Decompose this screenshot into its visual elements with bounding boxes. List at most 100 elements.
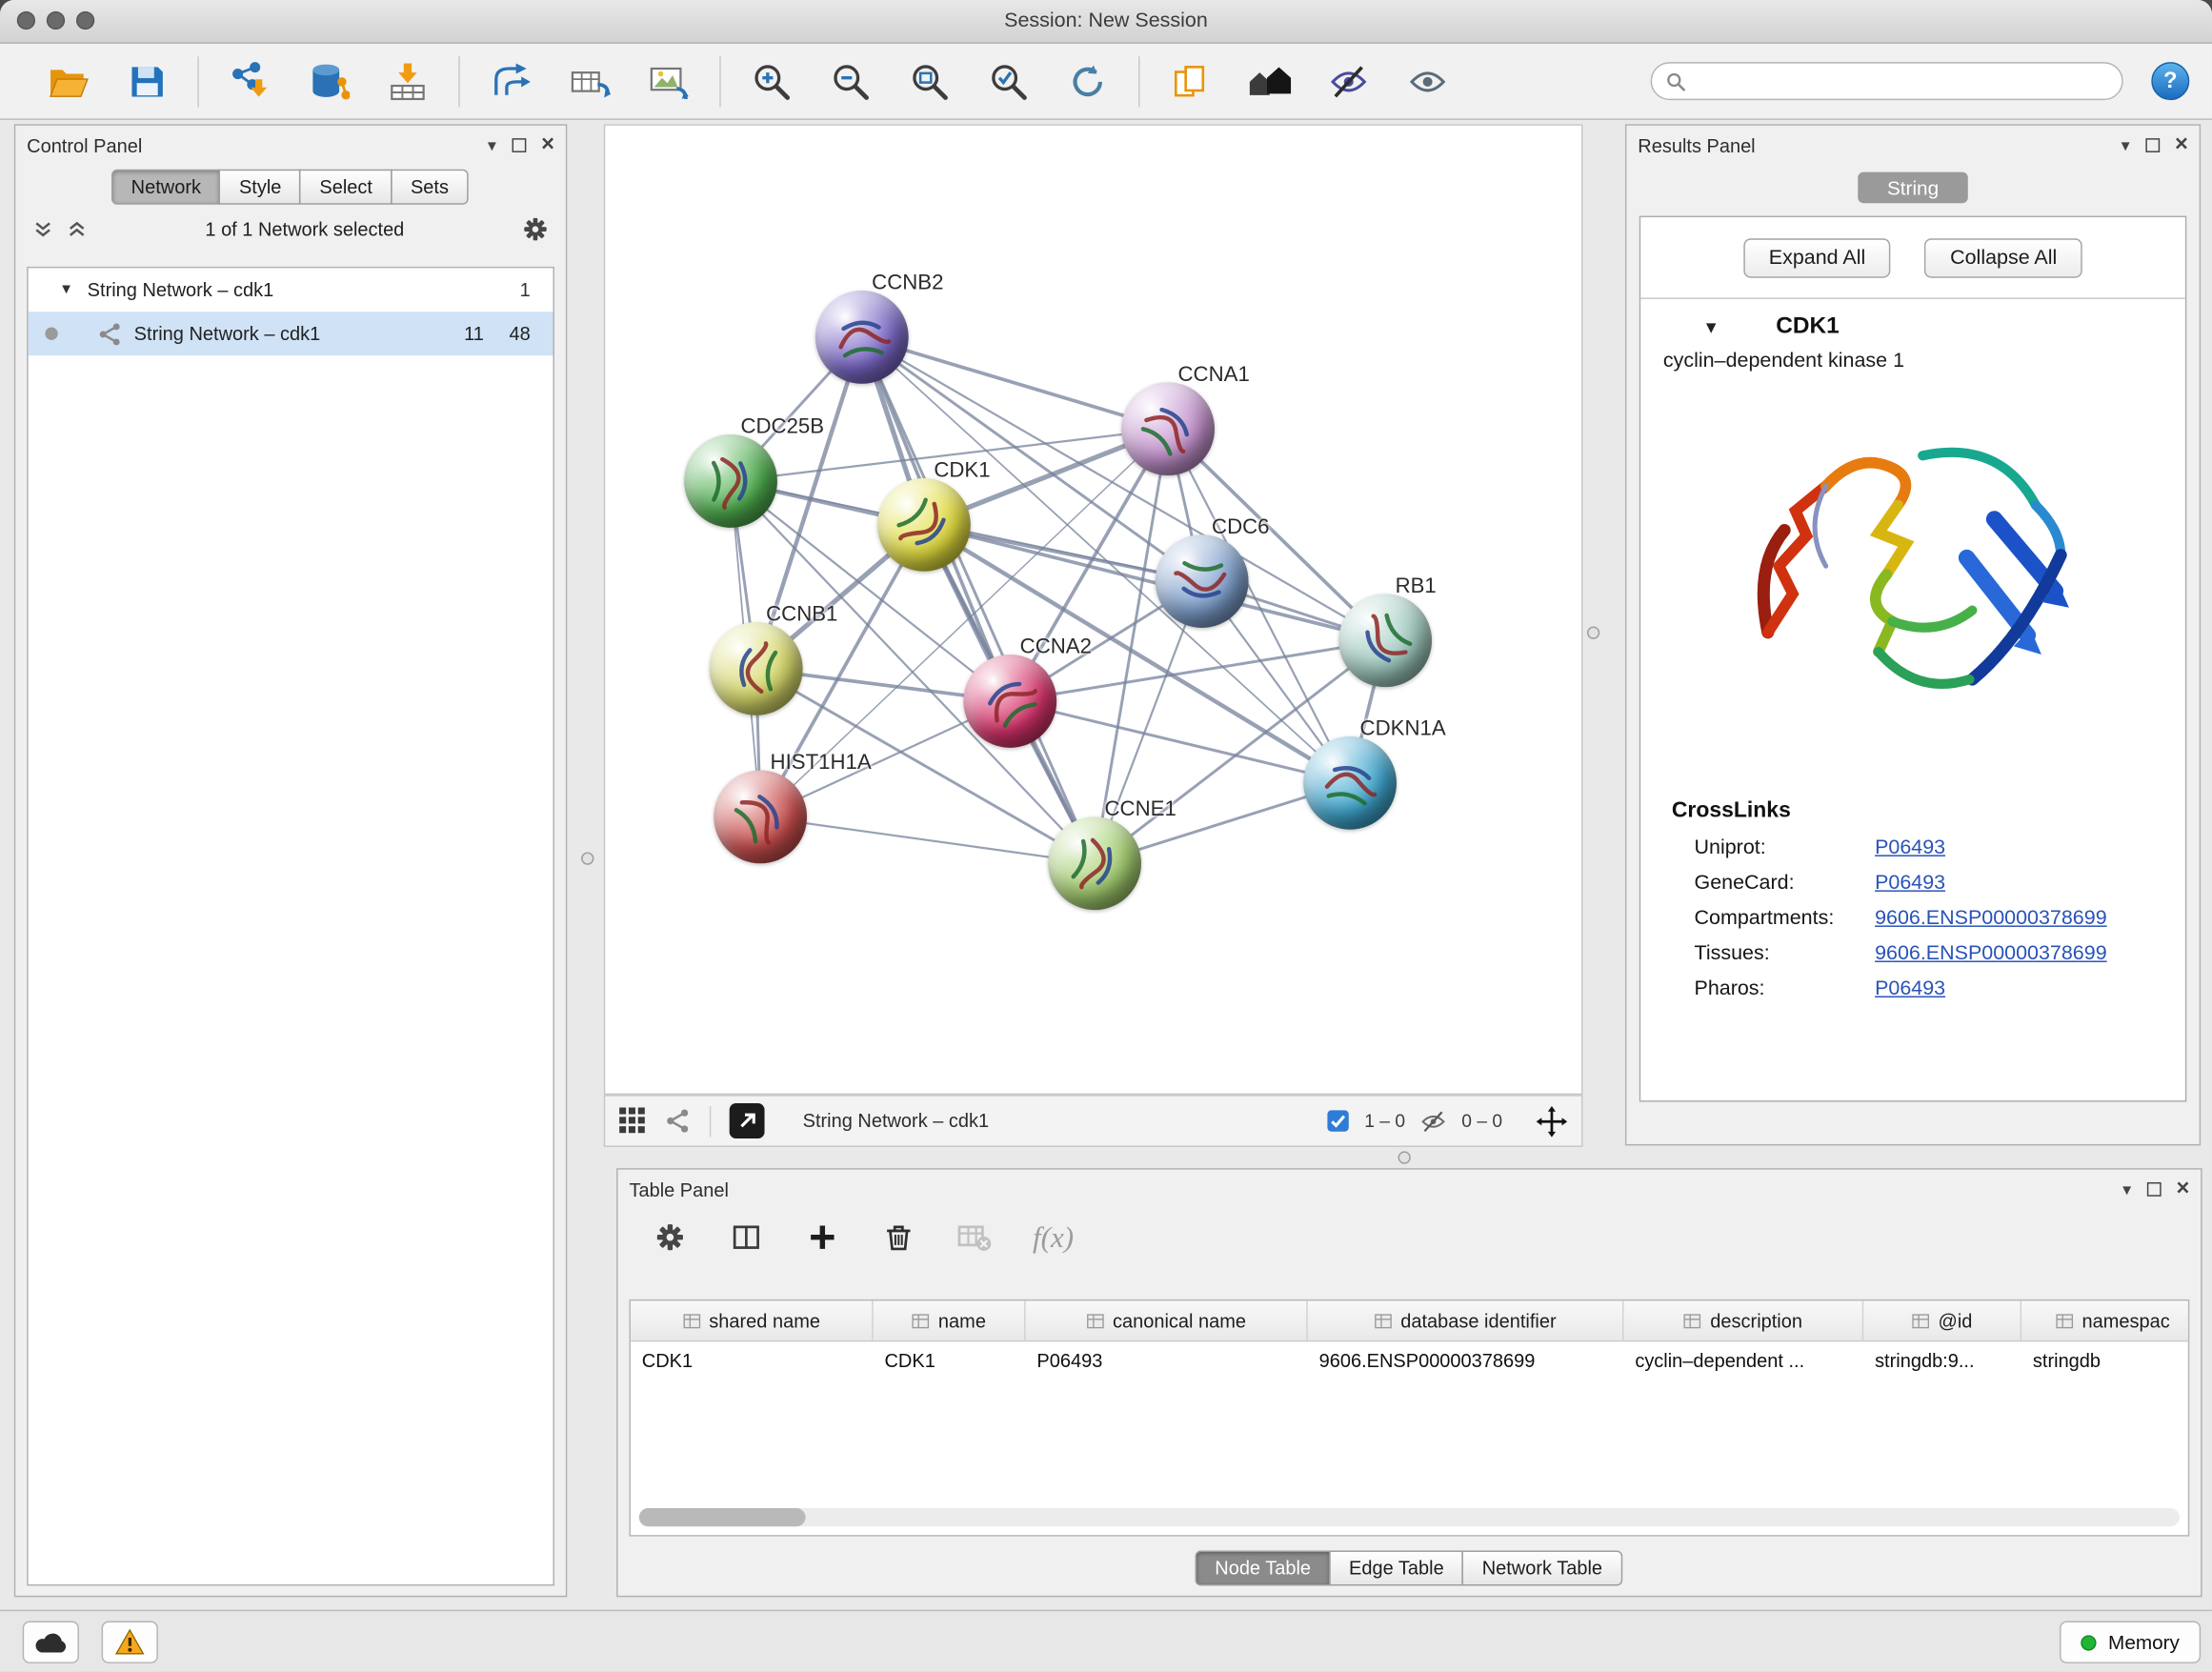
zoom-selected-icon[interactable] <box>983 53 1034 110</box>
network-from-selection-icon[interactable] <box>485 53 535 110</box>
selected-checkbox-icon[interactable] <box>1326 1109 1350 1133</box>
column-header--id[interactable]: @id <box>1863 1300 2021 1340</box>
network-node-ccne1[interactable] <box>1048 816 1141 910</box>
panel-close-icon[interactable]: × <box>2175 134 2188 157</box>
panel-maximize-icon[interactable] <box>2146 1182 2161 1197</box>
expand-all-button[interactable]: Expand All <box>1743 238 1891 277</box>
tab-sets[interactable]: Sets <box>391 170 468 205</box>
table-from-network-icon[interactable] <box>564 53 614 110</box>
panel-float-icon[interactable]: ▾ <box>488 137 496 154</box>
open-in-new-window-icon[interactable] <box>730 1103 765 1138</box>
zoom-fit-icon[interactable] <box>904 53 955 110</box>
network-node-cdk1[interactable] <box>877 478 971 572</box>
network-node-ccnb2[interactable] <box>815 291 909 384</box>
tab-style[interactable]: Style <box>219 170 301 205</box>
crosslink-value[interactable]: P06493 <box>1875 871 1945 894</box>
collapse-all-icon[interactable] <box>32 218 53 239</box>
tab-select[interactable]: Select <box>300 170 392 205</box>
pan-crosshair-icon[interactable] <box>1537 1105 1568 1137</box>
crosslink-value[interactable]: 9606.ENSP00000378699 <box>1875 906 2107 929</box>
expand-all-icon[interactable] <box>67 218 88 239</box>
hidden-eye-slash-icon[interactable] <box>1419 1110 1448 1133</box>
delete-column-trash-icon[interactable] <box>880 1219 917 1256</box>
node-label-rb1: RB1 <box>1396 574 1437 598</box>
panel-close-icon[interactable]: × <box>541 134 554 157</box>
column-header-description[interactable]: description <box>1623 1300 1863 1340</box>
tab-network[interactable]: Network <box>111 170 221 205</box>
crosslinks-title: CrossLinks <box>1640 781 2185 829</box>
network-overview-homes-icon[interactable] <box>1244 53 1295 110</box>
export-image-icon[interactable] <box>643 53 694 110</box>
delete-table-icon <box>956 1219 994 1256</box>
tab-node-table[interactable]: Node Table <box>1196 1550 1331 1585</box>
column-header-shared-name[interactable]: shared name <box>631 1300 874 1340</box>
network-node-hist1h1a[interactable] <box>714 771 807 864</box>
collapse-all-button[interactable]: Collapse All <box>1924 238 2082 277</box>
panel-maximize-icon[interactable] <box>512 138 526 152</box>
warnings-button[interactable] <box>102 1622 158 1663</box>
crosslink-value[interactable]: 9606.ENSP00000378699 <box>1875 941 2107 964</box>
disclosure-triangle-icon[interactable]: ▼ <box>59 282 73 297</box>
table-row[interactable]: CDK1CDK1P064939606.ENSP00000378699cyclin… <box>631 1341 2188 1380</box>
network-node-rb1[interactable] <box>1338 594 1432 687</box>
panel-float-icon[interactable]: ▾ <box>2122 1180 2131 1198</box>
column-header-database-identifier[interactable]: database identifier <box>1308 1300 1624 1340</box>
network-canvas[interactable]: CCNB2CCNA1CDC25BCDK1CDC6RB1CCNB1CCNA2CDK… <box>605 126 1581 1094</box>
memory-button[interactable]: Memory <box>2061 1622 2201 1663</box>
network-node-cdc6[interactable] <box>1156 534 1249 628</box>
panel-close-icon[interactable]: × <box>2176 1178 2189 1201</box>
toolbar-separator <box>458 55 459 106</box>
apply-layout-icon[interactable] <box>1062 53 1113 110</box>
disclosure-triangle-icon[interactable]: ▼ <box>1702 316 1719 336</box>
table-settings-gear-icon[interactable] <box>652 1219 689 1256</box>
create-column-plus-icon[interactable] <box>804 1219 841 1256</box>
import-table-icon[interactable] <box>382 53 432 110</box>
network-node-ccna1[interactable] <box>1121 382 1215 475</box>
show-all-eye-icon[interactable] <box>1402 53 1453 110</box>
gene-section-header[interactable]: ▼ CDK1 <box>1640 299 2185 346</box>
node-label-cdc25b: CDC25B <box>740 414 824 438</box>
open-session-icon[interactable] <box>42 53 92 110</box>
copy-document-icon[interactable] <box>1165 53 1216 110</box>
save-session-icon[interactable] <box>121 53 171 110</box>
grid-view-icon[interactable] <box>619 1107 646 1134</box>
column-header-namespac[interactable]: namespac <box>2021 1300 2189 1340</box>
network-node-ccna2[interactable] <box>963 655 1056 748</box>
zoom-out-icon[interactable] <box>825 53 875 110</box>
tab-edge-table[interactable]: Edge Table <box>1329 1550 1463 1585</box>
network-node-cdkn1a[interactable] <box>1303 736 1397 830</box>
crosslink-row: GeneCard:P06493 <box>1640 865 2185 900</box>
node-label-cdk1: CDK1 <box>934 458 990 482</box>
column-header-canonical-name[interactable]: canonical name <box>1026 1300 1308 1340</box>
hide-selected-eye-slash-icon[interactable] <box>1323 53 1374 110</box>
panel-maximize-icon[interactable] <box>2145 138 2160 152</box>
search-box[interactable] <box>1651 62 2123 100</box>
column-header-name[interactable]: name <box>874 1300 1026 1340</box>
network-node-cdc25b[interactable] <box>684 434 777 528</box>
cloud-button[interactable] <box>23 1622 79 1663</box>
help-button[interactable]: ? <box>2151 62 2189 100</box>
vertical-splitter-handle[interactable] <box>1587 627 1599 639</box>
panel-float-icon[interactable]: ▾ <box>2122 137 2130 154</box>
import-network-database-icon[interactable] <box>303 53 353 110</box>
import-network-file-icon[interactable] <box>224 53 274 110</box>
node-label-ccnb2: CCNB2 <box>872 271 943 294</box>
tab-string[interactable]: String <box>1858 172 1968 204</box>
gene-name: CDK1 <box>1776 313 1840 340</box>
tab-network-table[interactable]: Network Table <box>1462 1550 1622 1585</box>
network-glyph-icon[interactable] <box>664 1107 691 1134</box>
network-node-ccnb1[interactable] <box>710 622 803 715</box>
horizontal-splitter-handle[interactable] <box>1398 1151 1411 1163</box>
search-input[interactable] <box>1696 70 2107 93</box>
network-options-gear-icon[interactable] <box>522 215 549 242</box>
zoom-in-icon[interactable] <box>746 53 796 110</box>
protein-structure-image <box>1708 387 2117 782</box>
network-collection-row[interactable]: ▼ String Network – cdk1 1 <box>29 268 553 312</box>
show-columns-icon[interactable] <box>728 1219 765 1256</box>
crosslink-value[interactable]: P06493 <box>1875 977 1945 999</box>
scrollbar-thumb[interactable] <box>639 1508 806 1526</box>
vertical-splitter-handle[interactable] <box>581 852 593 864</box>
crosslink-value[interactable]: P06493 <box>1875 836 1945 858</box>
network-row[interactable]: String Network – cdk1 11 48 <box>29 312 553 355</box>
horizontal-scrollbar[interactable] <box>639 1508 2180 1526</box>
